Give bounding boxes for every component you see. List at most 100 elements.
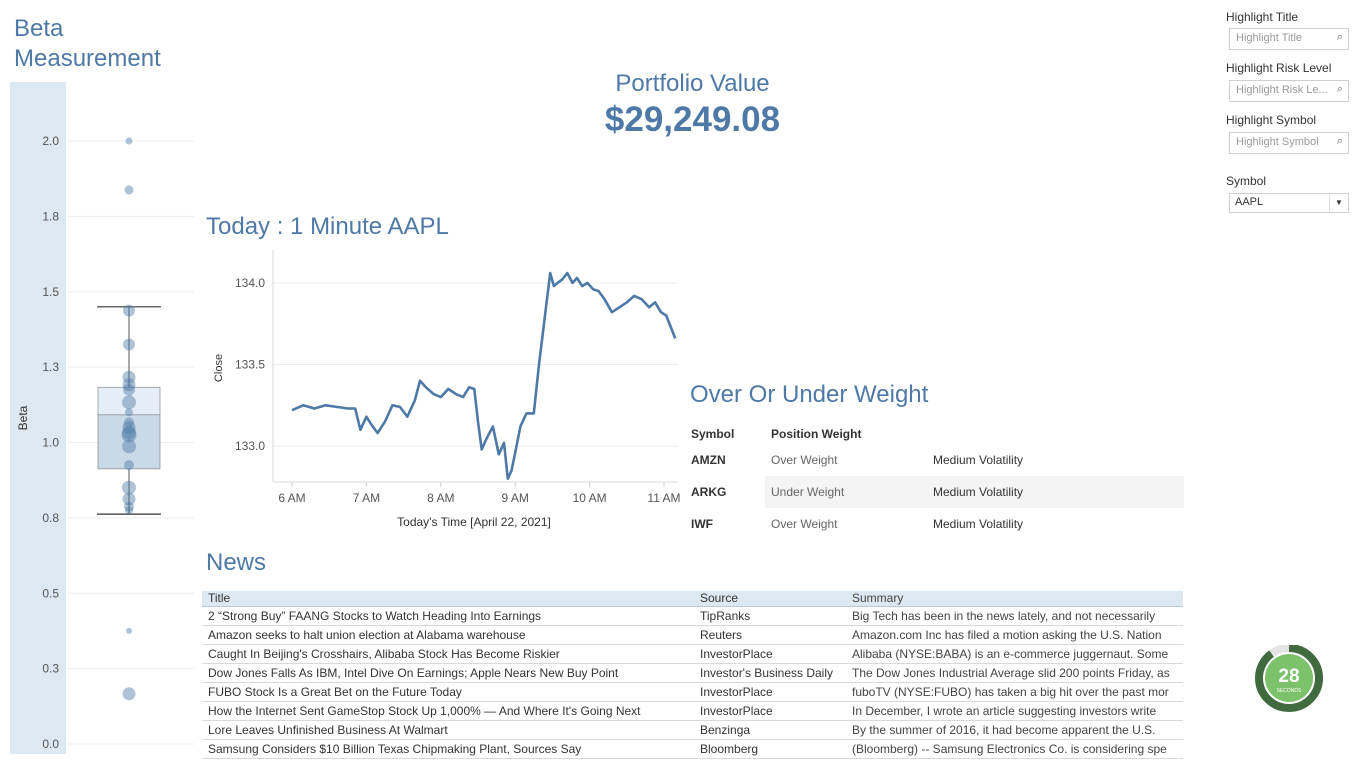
news-source-cell: Benzinga <box>700 723 751 737</box>
news-header-title: Title <box>208 591 231 605</box>
ouw-row[interactable]: ARKG Under Weight Medium Volatility <box>690 476 1184 508</box>
ouw-volatility: Medium Volatility <box>933 485 1024 499</box>
highlight-title-input[interactable]: Highlight Title ⌕ <box>1229 28 1349 50</box>
ouw-position: Under Weight <box>771 485 845 499</box>
news-summary-cell: By the summer of 2016, it had become app… <box>852 723 1156 737</box>
ouw-symbol: IWF <box>691 517 713 531</box>
line-chart-x-tick-label: 10 AM <box>573 491 607 505</box>
news-row[interactable]: Dow Jones Falls As IBM, Intel Dive On Ea… <box>202 664 1183 683</box>
timer-seconds-unit: SECONDS <box>1277 688 1302 694</box>
ouw-header-row: Symbol Position Weight <box>690 424 1184 444</box>
ouw-position: Over Weight <box>771 453 838 467</box>
chevron-down-icon: ▼ <box>1329 194 1348 212</box>
news-source-cell: InvestorPlace <box>700 685 773 699</box>
beta-tick-label: 1.0 <box>42 436 59 450</box>
search-icon: ⌕ <box>1336 135 1343 147</box>
refresh-timer: 28 SECONDS <box>1255 645 1323 712</box>
news-row[interactable]: Samsung Considers $10 Billion Texas Chip… <box>202 740 1183 759</box>
ouw-row[interactable]: AMZN Over Weight Medium Volatility <box>690 444 1184 476</box>
highlight-risk-level-placeholder: Highlight Risk Le... <box>1236 84 1328 96</box>
news-header-summary: Summary <box>852 591 904 605</box>
news-header-row: Title Source Summary <box>202 591 1183 607</box>
line-chart-y-tick-label: 134.0 <box>235 276 265 290</box>
news-source-cell: Investor's Business Daily <box>700 666 834 680</box>
news-source-cell: Reuters <box>700 628 743 642</box>
news-source-cell: Bloomberg <box>700 742 759 756</box>
beta-point <box>122 687 136 701</box>
line-chart-x-tick-label: 11 AM <box>647 491 680 505</box>
line-chart-x-tick-label: 8 AM <box>427 491 454 505</box>
beta-axis-label: Beta <box>16 405 30 430</box>
ouw-header-position: Position Weight <box>771 427 862 441</box>
news-row[interactable]: How the Internet Sent GameStop Stock Up … <box>202 702 1183 721</box>
news-row[interactable]: Lore Leaves Unfinished Business At Walma… <box>202 721 1183 740</box>
symbol-label: Symbol <box>1226 174 1267 188</box>
line-chart-y-ticks: 133.0 133.5 134.0 <box>235 276 265 453</box>
portfolio-value-amount: $29,249.08 <box>604 100 781 139</box>
news-row[interactable]: 2 “Strong Buy” FAANG Stocks to Watch Hea… <box>202 607 1183 626</box>
news-table: Title Source Summary 2 “Strong Buy” FAAN… <box>202 591 1183 759</box>
ouw-row[interactable]: IWF Over Weight Medium Volatility <box>690 508 1184 540</box>
news-source-cell: InvestorPlace <box>700 704 773 718</box>
beta-tick-label: 1.8 <box>42 209 59 223</box>
beta-point <box>125 506 133 515</box>
news-title-cell: Dow Jones Falls As IBM, Intel Dive On Ea… <box>208 666 619 680</box>
over-under-weight-title: Over Or Under Weight <box>690 381 929 408</box>
ouw-volatility: Medium Volatility <box>933 517 1024 531</box>
search-icon: ⌕ <box>1336 31 1343 43</box>
news-summary-cell: In December, I wrote an article suggesti… <box>852 704 1157 718</box>
beta-point <box>123 304 135 317</box>
news-title: News <box>206 549 267 576</box>
ouw-position: Over Weight <box>771 517 838 531</box>
beta-tick-label: 2.0 <box>42 134 59 148</box>
beta-tick-label: 0.8 <box>42 511 59 525</box>
beta-point <box>122 439 136 454</box>
news-title-cell: Caught In Beijing's Crosshairs, Alibaba … <box>208 647 560 661</box>
news-summary-cell: The Dow Jones Industrial Average slid 20… <box>852 666 1170 680</box>
ouw-symbol: ARKG <box>691 485 727 499</box>
news-row[interactable]: Amazon seeks to halt union election at A… <box>202 626 1183 645</box>
highlight-title-placeholder: Highlight Title <box>1236 32 1303 44</box>
beta-measurement-title: Beta Measurement <box>14 15 161 72</box>
ouw-symbol: AMZN <box>691 453 726 467</box>
beta-point <box>125 408 133 417</box>
beta-tick-label: 0.5 <box>42 586 59 600</box>
beta-tick-label: 0.3 <box>42 662 59 676</box>
highlight-title-label: Highlight Title <box>1226 10 1299 24</box>
news-header-source: Source <box>700 591 739 605</box>
beta-tick-label: 1.3 <box>42 360 59 374</box>
ouw-header-symbol: Symbol <box>691 427 735 441</box>
news-row[interactable]: FUBO Stock Is a Great Bet on the Future … <box>202 683 1183 702</box>
aapl-line-chart[interactable]: 133.0 133.5 134.0 6 AM 7 AM 8 AM 9 AM 10 AM 11 … <box>206 250 686 540</box>
beta-point <box>123 383 135 396</box>
highlight-symbol-label: Highlight Symbol <box>1226 113 1317 127</box>
line-chart-x-tick-label: 7 AM <box>353 491 380 505</box>
symbol-select[interactable]: AAPL ▼ <box>1229 193 1349 213</box>
line-chart-y-tick-label: 133.5 <box>235 357 265 371</box>
line-chart-x-ticks: 6 AM 7 AM 8 AM 9 AM 10 AM 11 AM <box>278 482 681 505</box>
today-chart-title: Today : 1 Minute AAPL <box>206 213 449 240</box>
beta-point <box>123 338 135 351</box>
beta-point <box>124 185 134 195</box>
beta-tick-label: 0.0 <box>42 737 59 751</box>
line-chart-x-tick-label: 6 AM <box>278 491 305 505</box>
news-summary-cell: Big Tech has been in the news lately, an… <box>852 609 1156 623</box>
news-summary-cell: Alibaba (NYSE:BABA) is an e-commerce jug… <box>852 647 1169 661</box>
highlight-symbol-placeholder: Highlight Symbol <box>1236 136 1319 148</box>
news-title-cell: Samsung Considers $10 Billion Texas Chip… <box>208 742 582 756</box>
beta-box-plot[interactable]: Beta 2.0 1.8 1.5 1.3 1.0 0.8 0.5 0.3 0.0 <box>8 82 198 754</box>
aapl-close-series <box>291 271 677 480</box>
highlight-risk-level-input[interactable]: Highlight Risk Le... ⌕ <box>1229 80 1349 102</box>
over-under-weight-table: Symbol Position Weight AMZN Over Weight … <box>690 424 1184 540</box>
news-title-cell: 2 “Strong Buy” FAANG Stocks to Watch Hea… <box>208 609 542 623</box>
line-chart-x-label: Today's Time [April 22, 2021] <box>397 515 551 529</box>
news-summary-cell: (Bloomberg) -- Samsung Electronics Co. i… <box>852 742 1167 756</box>
line-chart-y-tick-label: 133.0 <box>235 439 265 453</box>
beta-point <box>126 627 132 634</box>
beta-tick-label: 1.5 <box>42 285 59 299</box>
news-summary-cell: Amazon.com Inc has filed a motion asking… <box>852 628 1162 642</box>
symbol-selected-value: AAPL <box>1235 196 1264 208</box>
news-row[interactable]: Caught In Beijing's Crosshairs, Alibaba … <box>202 645 1183 664</box>
highlight-symbol-input[interactable]: Highlight Symbol ⌕ <box>1229 132 1349 154</box>
search-icon: ⌕ <box>1336 83 1343 95</box>
